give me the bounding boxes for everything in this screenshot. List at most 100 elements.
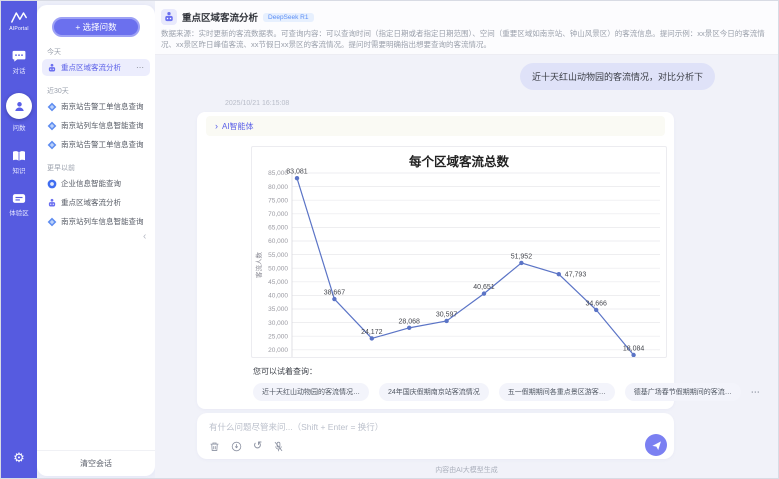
askdata-active-indicator [6, 93, 32, 119]
assistant-title: 重点区域客流分析 [182, 10, 258, 24]
suggestion-chip[interactable]: 24年国庆假期南京站客流情况 [379, 383, 489, 401]
svg-text:30,597: 30,597 [436, 311, 458, 318]
chat-item[interactable]: 重点区域客流分析 [42, 194, 150, 211]
person-assistant-icon [13, 100, 26, 113]
book-icon [12, 150, 26, 162]
item-more-icon[interactable]: ⋯ [136, 63, 145, 72]
composer-toolbar: ↺ [209, 441, 284, 452]
mic-off-icon[interactable] [273, 441, 284, 452]
undo-icon[interactable]: ↺ [253, 441, 262, 452]
reasoning-toggle-label: AI智能体 [222, 121, 254, 132]
ai-disclaimer: 内容由AI大模型生成 [155, 465, 778, 475]
suggestions-label: 您可以试着查询： [253, 366, 674, 377]
suggestion-chip[interactable]: 近十天红山动物园的客流情况… [253, 383, 369, 401]
svg-text:80,000: 80,000 [268, 184, 288, 191]
new-askdata-button[interactable]: + 选择问数 [52, 17, 140, 37]
rail-label-experience: 体验区 [9, 207, 29, 217]
svg-text:50,000: 50,000 [268, 265, 288, 272]
svg-text:28,068: 28,068 [398, 318, 420, 325]
svg-text:客流人数: 客流人数 [254, 252, 263, 279]
chat-bubble-icon [12, 50, 26, 62]
more-suggestions-icon[interactable]: ⋯ [751, 387, 760, 398]
rail-item-experience[interactable]: 体验区 [9, 193, 29, 217]
rail-label-askdata: 问数 [13, 122, 26, 132]
svg-text:45,000: 45,000 [268, 279, 288, 286]
ai-response-card: › AI智能体 每个区域客流总数 20,00025,00030,00035,00… [197, 112, 674, 409]
chat-item[interactable]: 南京站告警工单信息查询 [42, 136, 150, 153]
rail-item-askdata[interactable]: 问数 [6, 93, 32, 132]
svg-text:40,651: 40,651 [473, 284, 495, 291]
message-timestamp: 2025/10/21 16:15:08 [225, 100, 289, 107]
clear-session-button[interactable]: 清空会话 [37, 450, 155, 476]
svg-text:40,000: 40,000 [268, 293, 288, 300]
rail-label-knowledge: 知识 [13, 165, 26, 175]
chevron-right-icon: › [215, 121, 218, 131]
main-area: 重点区域客流分析 DeepSeek R1 数据来源：实时更新的客流数据表。可查询… [155, 1, 778, 478]
suggestion-chip[interactable]: 德基广场春节假期期间的客流… [625, 383, 741, 401]
rail-item-chat[interactable]: 对话 [12, 50, 26, 75]
chat-item[interactable]: 南京站列车信息智能查询 [42, 117, 150, 134]
svg-text:60,000: 60,000 [268, 238, 288, 245]
svg-text:18,084: 18,084 [623, 346, 645, 353]
brand-name: AIPortal [9, 26, 28, 32]
diamond-icon [47, 102, 57, 112]
chat-item-label: 南京站告警工单信息查询 [61, 139, 144, 150]
suggestion-chips-row: 近十天红山动物园的客流情况… 24年国庆假期南京站客流情况 五一假期期间各重点景… [253, 383, 666, 401]
robot-icon [47, 63, 57, 73]
chat-item-label: 重点区域客流分析 [61, 197, 121, 208]
chat-item[interactable]: 南京站列车信息智能查询 [42, 213, 150, 230]
message-input[interactable] [209, 420, 630, 434]
rail-item-knowledge[interactable]: 知识 [12, 150, 26, 175]
chat-item-label: 南京站列车信息智能查询 [61, 216, 144, 227]
chat-body: 近十天红山动物园的客流情况，对比分析下 2025/10/21 16:15:08 … [155, 55, 778, 478]
svg-text:35,000: 35,000 [268, 306, 288, 313]
svg-text:47,793: 47,793 [565, 272, 587, 279]
logo-mark-icon [10, 11, 28, 24]
reasoning-toggle[interactable]: › AI智能体 [206, 116, 665, 136]
paper-plane-icon [651, 440, 662, 451]
svg-text:34,666: 34,666 [585, 300, 607, 307]
composer: ↺ [197, 413, 674, 459]
chat-item-label: 企业信息智能查询 [61, 178, 121, 189]
svg-text:30,000: 30,000 [268, 320, 288, 327]
section-title-earlier: 更早以前 [47, 163, 155, 173]
traffic-chart-container: 每个区域客流总数 20,00025,00030,00035,00040,0004… [251, 146, 667, 358]
diamond-icon [47, 217, 57, 227]
experience-zone-icon [12, 193, 26, 204]
app-logo: AIPortal [9, 11, 28, 32]
section-title-30days: 近30天 [47, 86, 155, 96]
rail-label-chat: 对话 [13, 65, 26, 75]
panel-collapse-handle[interactable]: ‹ [143, 231, 146, 242]
svg-text:38,667: 38,667 [324, 290, 346, 297]
chat-item[interactable]: 企业信息智能查询 [42, 175, 150, 192]
chat-item[interactable]: 南京站告警工单信息查询 [42, 98, 150, 115]
chat-item-label: 南京站告警工单信息查询 [61, 101, 144, 112]
settings-gear-icon[interactable]: ⚙ [1, 450, 37, 466]
chat-item-label: 南京站列车信息智能查询 [61, 120, 144, 131]
assistant-description: 数据来源：实时更新的客流数据表。可查询内容：可以查询时间（指定日期或者指定日期范… [161, 29, 766, 50]
assistant-header: 重点区域客流分析 DeepSeek R1 数据来源：实时更新的客流数据表。可查询… [155, 1, 778, 55]
send-button[interactable] [645, 434, 667, 456]
enterprise-circle-icon [47, 179, 57, 189]
svg-text:75,000: 75,000 [268, 197, 288, 204]
conversation-panel: + 选择问数 今天 重点区域客流分析 ⋯ 近30天 南京站告警工单信息查询 南京… [37, 5, 155, 476]
left-rail: AIPortal 对话 问数 知识 体验区 ⚙ [1, 1, 37, 478]
model-badge: DeepSeek R1 [263, 13, 313, 22]
download-circle-icon[interactable] [231, 441, 242, 452]
svg-text:65,000: 65,000 [268, 225, 288, 232]
assistant-avatar [161, 9, 177, 25]
chat-item-active[interactable]: 重点区域客流分析 ⋯ [42, 59, 150, 76]
suggestion-chip[interactable]: 五一假期期间各重点景区游客… [499, 383, 615, 401]
section-title-today: 今天 [47, 47, 155, 57]
diamond-icon [47, 121, 57, 131]
svg-text:55,000: 55,000 [268, 252, 288, 259]
user-message-bubble: 近十天红山动物园的客流情况，对比分析下 [520, 63, 715, 90]
svg-text:20,000: 20,000 [268, 347, 288, 354]
svg-text:24,172: 24,172 [361, 329, 383, 336]
chat-item-label: 重点区域客流分析 [61, 62, 121, 73]
trash-icon[interactable] [209, 441, 220, 452]
traffic-line-chart: 20,00025,00030,00035,00040,00045,00050,0… [252, 147, 666, 358]
robot-icon [47, 198, 57, 208]
diamond-icon [47, 140, 57, 150]
svg-text:83,081: 83,081 [286, 169, 308, 176]
